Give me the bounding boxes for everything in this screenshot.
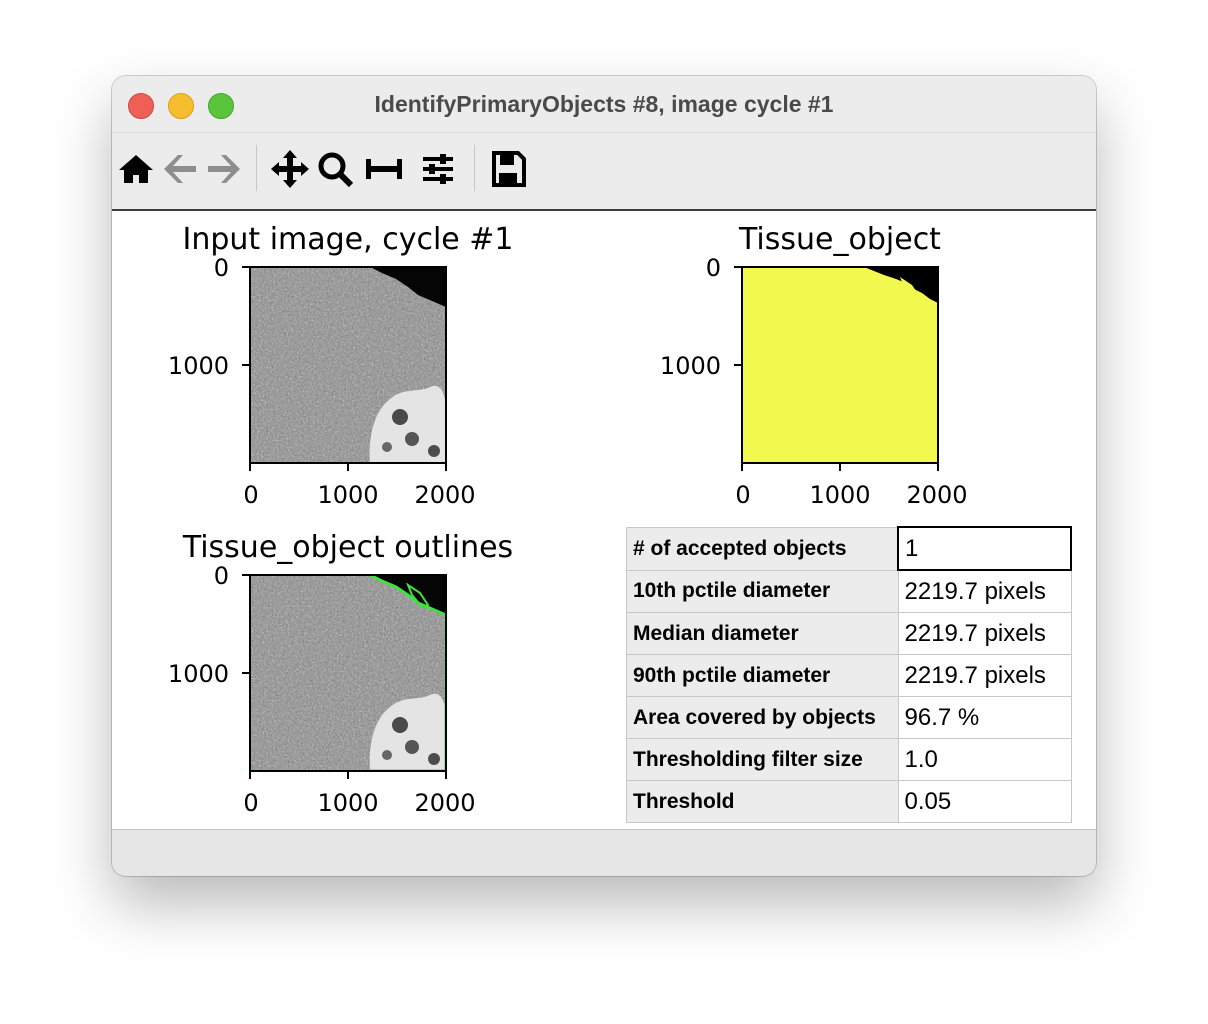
x-tick-label: 1000 [809, 481, 870, 509]
x-tick-label: 0 [243, 789, 258, 817]
arrow-right-icon [208, 155, 240, 183]
save-button[interactable] [488, 149, 528, 189]
table-row: 90th pctile diameter 2219.7 pixels [626, 654, 1072, 697]
title-bar[interactable]: IdentifyPrimaryObjects #8, image cycle #… [112, 76, 1096, 133]
toolbar-separator [474, 145, 475, 191]
sliders-icon [423, 154, 453, 184]
stat-label: 90th pctile diameter [626, 654, 899, 697]
subplots-button[interactable] [364, 149, 404, 189]
input-image [250, 267, 446, 463]
input-image-title: Input image, cycle #1 [182, 222, 513, 257]
stat-value-cell[interactable]: 1.0 [897, 738, 1072, 781]
zoom-icon [318, 152, 354, 188]
outlines-image [250, 575, 446, 771]
window-title: IdentifyPrimaryObjects #8, image cycle #… [374, 91, 834, 117]
toolbar-separator [256, 145, 257, 191]
navigation-toolbar [112, 133, 1096, 211]
x-tick-label: 0 [243, 481, 258, 509]
y-tick-label: 0 [214, 562, 229, 590]
stat-value-cell[interactable]: 2219.7 pixels [897, 569, 1072, 613]
x-tick-label: 1000 [317, 481, 378, 509]
figure-window: IdentifyPrimaryObjects #8, image cycle #… [112, 76, 1096, 876]
tissue-object-title: Tissue_object [738, 222, 941, 257]
table-row: Area covered by objects 96.7 % [626, 696, 1072, 739]
stat-label: Threshold [626, 780, 899, 823]
y-tick-label: 0 [214, 254, 229, 282]
forward-button[interactable] [204, 149, 244, 189]
home-icon [119, 155, 153, 183]
stat-label: Median diameter [626, 612, 899, 655]
stat-value-cell[interactable]: 96.7 % [897, 696, 1072, 739]
home-button[interactable] [116, 149, 156, 189]
y-tick-label: 1000 [660, 352, 721, 380]
stat-value-cell[interactable]: 2219.7 pixels [897, 612, 1072, 655]
measurements-table: # of accepted objects 1 10th pctile diam… [626, 526, 1072, 823]
stat-label: Thresholding filter size [626, 738, 899, 781]
y-tick-label: 0 [706, 254, 721, 282]
y-tick-label: 1000 [168, 352, 229, 380]
tissue-object-panel: Tissue_object 0 1000 0 1000 2000 [660, 222, 968, 509]
x-tick-label: 2000 [414, 789, 475, 817]
arrow-left-icon [164, 155, 196, 183]
move-icon [271, 150, 309, 188]
x-tick-label: 1000 [317, 789, 378, 817]
table-row: 10th pctile diameter 2219.7 pixels [626, 569, 1072, 613]
status-bar [112, 829, 1096, 876]
subplots-icon [366, 159, 402, 179]
y-tick-label: 1000 [168, 660, 229, 688]
back-button[interactable] [160, 149, 200, 189]
tissue-object-mask [742, 267, 938, 463]
pan-button[interactable] [270, 149, 310, 189]
stat-value-cell[interactable]: 2219.7 pixels [897, 654, 1072, 697]
table-row: # of accepted objects 1 [626, 526, 1072, 571]
x-tick-label: 0 [735, 481, 750, 509]
table-row: Thresholding filter size 1.0 [626, 738, 1072, 781]
figure-canvas[interactable]: Input image, cycle #1 0 1000 0 1000 2000… [112, 211, 1096, 829]
x-tick-label: 2000 [906, 481, 967, 509]
stat-value-cell[interactable]: 1 [897, 526, 1072, 571]
x-tick-label: 2000 [414, 481, 475, 509]
stat-value-cell[interactable]: 0.05 [897, 780, 1072, 823]
configure-button[interactable] [418, 149, 458, 189]
stat-label: 10th pctile diameter [626, 569, 899, 613]
stat-label: Area covered by objects [626, 696, 899, 739]
table-row: Threshold 0.05 [626, 780, 1072, 823]
outlines-panel: Tissue_object outlines 0 1000 0 1000 200… [168, 530, 513, 817]
zoom-rect-button[interactable] [315, 149, 355, 189]
stat-label: # of accepted objects [626, 526, 899, 571]
table-row: Median diameter 2219.7 pixels [626, 612, 1072, 655]
save-icon [492, 151, 526, 187]
input-image-panel: Input image, cycle #1 0 1000 0 1000 2000 [168, 222, 514, 509]
outlines-title: Tissue_object outlines [182, 530, 513, 565]
